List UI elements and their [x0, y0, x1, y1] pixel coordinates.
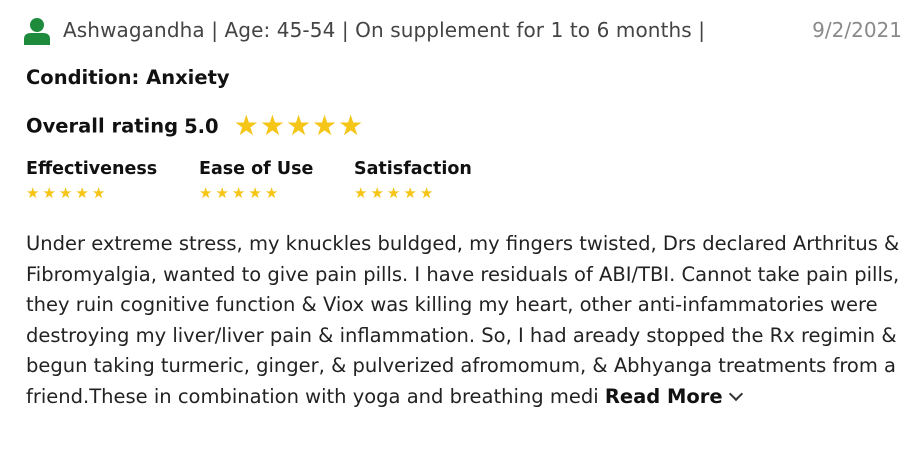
star-icon: ★: [42, 184, 56, 202]
condition: Condition: Anxiety: [26, 66, 230, 89]
star-icon: ★: [264, 184, 279, 202]
satisfaction-rating: Satisfaction ★ ★ ★ ★ ★: [354, 159, 472, 202]
chevron-down-icon: [728, 386, 743, 401]
star-icon: ★: [259, 109, 285, 142]
ease-of-use-rating: Ease of Use ★ ★ ★ ★ ★: [199, 159, 313, 202]
review-header: Ashwagandha | Age: 45-54 | On supplement…: [24, 16, 904, 46]
star-icon: ★: [370, 184, 384, 202]
star-icon: ★: [75, 184, 89, 202]
review-date: 9/2/2021: [812, 18, 902, 42]
read-more-button[interactable]: Read More: [604, 384, 743, 408]
condition-label: Condition:: [26, 66, 140, 89]
star-icon: ★: [91, 184, 106, 202]
effectiveness-stars: ★ ★ ★ ★ ★: [26, 183, 157, 202]
overall-rating-label: Overall rating: [26, 114, 179, 138]
star-icon: ★: [338, 109, 364, 142]
star-icon: ★: [419, 184, 434, 202]
star-icon: ★: [231, 184, 246, 202]
read-more-label: Read More: [604, 384, 723, 408]
satisfaction-label: Satisfaction: [354, 159, 472, 179]
overall-rating: Overall rating 5.0 ★★★★★: [26, 112, 364, 140]
star-icon: ★: [215, 184, 229, 202]
reviewer-meta: Ashwagandha | Age: 45-54 | On supplement…: [63, 18, 706, 42]
ease-of-use-label: Ease of Use: [199, 159, 314, 179]
star-icon: ★: [248, 184, 262, 202]
star-icon: ★: [386, 184, 401, 202]
review-text: Under extreme stress, my knuckles buldge…: [26, 232, 900, 408]
overall-rating-value: 5.0: [184, 114, 219, 138]
star-icon: ★: [26, 184, 40, 202]
effectiveness-rating: Effectiveness ★ ★ ★ ★ ★: [26, 159, 157, 202]
star-icon: ★: [285, 109, 312, 142]
review-body: Under extreme stress, my knuckles buldge…: [26, 229, 901, 412]
star-icon: ★: [403, 184, 417, 202]
user-avatar-icon: [24, 18, 50, 45]
overall-stars: ★★★★★: [234, 112, 365, 140]
star-icon: ★: [354, 184, 368, 202]
effectiveness-label: Effectiveness: [26, 159, 158, 179]
star-icon: ★: [58, 184, 73, 202]
star-icon: ★: [199, 184, 213, 202]
star-icon: ★: [233, 109, 259, 142]
condition-value: Anxiety: [146, 66, 230, 89]
satisfaction-stars: ★ ★ ★ ★ ★: [354, 183, 472, 202]
star-icon: ★: [312, 109, 338, 142]
ease-of-use-stars: ★ ★ ★ ★ ★: [199, 183, 313, 202]
